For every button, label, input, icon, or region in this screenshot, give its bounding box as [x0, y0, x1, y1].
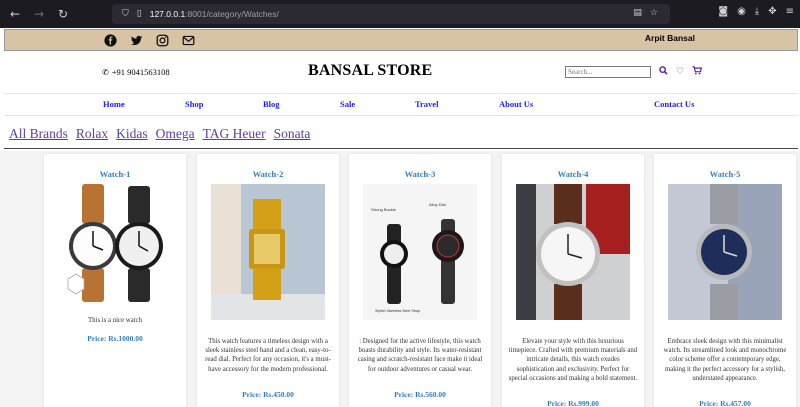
instagram-icon[interactable] [155, 33, 169, 47]
email-icon[interactable] [181, 33, 195, 47]
account-icon[interactable]: ◉ [737, 6, 746, 17]
url-host: 127.0.0.1 [149, 9, 186, 19]
wishlist-heart-icon[interactable]: ♡ [676, 67, 684, 77]
search-input[interactable] [565, 66, 651, 78]
divider [4, 148, 798, 149]
product-title[interactable]: Watch-1 [44, 169, 186, 179]
product-description: Embrace sleek design with this minimalis… [663, 338, 787, 382]
product-card[interactable]: Watch-2 This watch features a timeless d… [197, 154, 339, 407]
nav-about-us[interactable]: About Us [499, 99, 533, 109]
twitter-icon[interactable] [129, 33, 143, 47]
product-description: : Designed for the active lifestyle, thi… [357, 338, 483, 373]
brand-sonata[interactable]: Sonata [274, 126, 311, 142]
brand-filter: All Brands Rolax Kidas Omega TAG Heuer S… [9, 126, 310, 142]
menu-icon[interactable]: ≡ [786, 6, 794, 17]
product-description: Elevate your style with this luxurious t… [508, 338, 638, 382]
brand-rolax[interactable]: Rolax [76, 126, 108, 142]
brand-tag-heuer[interactable]: TAG Heuer [203, 126, 266, 142]
url-text: 127.0.0.1:8001/category/Watches/ [150, 9, 279, 19]
brand-kidas[interactable]: Kidas [116, 126, 148, 142]
product-title[interactable]: Watch-5 [654, 169, 796, 179]
product-card[interactable]: Watch-4 Elevate your style with this lux… [502, 154, 644, 407]
product-price: Price: Rs.560.00 [394, 390, 446, 399]
top-social-bar: Arpit Bansal [4, 29, 798, 51]
facebook-icon[interactable] [103, 33, 117, 47]
product-image[interactable] [668, 184, 782, 320]
extensions-icon[interactable]: ✥ [768, 6, 776, 17]
downloads-icon[interactable]: ⤓ [755, 6, 759, 17]
product-title[interactable]: Watch-2 [197, 169, 339, 179]
product-description: This is a nice watch [88, 317, 142, 324]
bookmark-star-icon[interactable]: ☆ [650, 8, 658, 18]
address-bar[interactable]: ⛉ ▯ 127.0.0.1:8001/category/Watches/ ▤ ☆ [112, 4, 670, 24]
main-nav: Home Shop Blog Sale Travel About Us Cont… [4, 94, 798, 116]
social-links [103, 33, 195, 47]
forward-icon[interactable]: → [30, 5, 48, 23]
image-label-dial: Alloy Dial [429, 202, 446, 207]
product-image[interactable]: Strong Buckle Alloy Dial Stylish Stainle… [363, 184, 477, 320]
product-image[interactable] [211, 184, 325, 320]
browser-toolbar: ← → ↻ ⛉ ▯ 127.0.0.1:8001/category/Watche… [0, 0, 800, 28]
product-price: Price: Rs.450.00 [242, 390, 294, 399]
nav-travel[interactable]: Travel [415, 99, 438, 109]
nav-shop[interactable]: Shop [185, 99, 203, 109]
product-description: This watch features a timeless design wi… [205, 338, 331, 373]
reload-icon[interactable]: ↻ [54, 5, 72, 23]
product-card[interactable]: Watch-5 Embrace sleek design with this m… [654, 154, 796, 407]
cart-icon[interactable] [692, 66, 703, 78]
product-card[interactable]: Watch-3 Strong Buckle Alloy Dial Stylish… [349, 154, 491, 407]
image-label-strap: Stylish Stainless Steel Strap [375, 309, 420, 313]
product-price: Price: Rs.457.00 [699, 399, 751, 407]
nav-blog[interactable]: Blog [263, 99, 280, 109]
shield-icon: ⛉ [122, 9, 129, 19]
nav-contact-us[interactable]: Contact Us [654, 99, 694, 109]
product-price: Price: Rs.999.00 [547, 399, 599, 407]
product-title[interactable]: Watch-4 [502, 169, 644, 179]
phone-number: +91 9041563108 [111, 67, 170, 77]
nav-sale[interactable]: Sale [340, 99, 355, 109]
brand-omega[interactable]: Omega [156, 126, 195, 142]
product-image[interactable] [516, 184, 630, 320]
store-title[interactable]: BANSAL STORE [308, 62, 432, 80]
back-icon[interactable]: ← [6, 5, 24, 23]
page-icon: ▯ [136, 9, 142, 19]
phone-icon: ✆ [102, 67, 109, 77]
search-icon[interactable] [659, 66, 668, 78]
pocket-icon[interactable]: ◙ [718, 6, 728, 17]
image-label-buckle: Strong Buckle [371, 207, 397, 212]
product-image[interactable] [58, 184, 172, 320]
site-header: ✆ +91 9041563108 BANSAL STORE ♡ [4, 52, 798, 94]
search-area: ♡ [565, 66, 703, 78]
owner-name: Arpit Bansal [644, 33, 695, 43]
product-card[interactable]: Watch-1 This is a nice watch Price: Rs.1… [44, 154, 186, 407]
phone-contact: ✆ +91 9041563108 [102, 67, 170, 77]
reader-view-icon[interactable]: ▤ [633, 8, 642, 18]
nav-home[interactable]: Home [103, 99, 125, 109]
product-title[interactable]: Watch-3 [349, 169, 491, 179]
brand-all[interactable]: All Brands [9, 126, 68, 142]
product-price: Price: Rs.1000.00 [87, 334, 143, 343]
url-path: :8001/category/Watches/ [185, 9, 279, 19]
product-grid: Watch-1 This is a nice watch Price: Rs.1… [0, 151, 800, 407]
